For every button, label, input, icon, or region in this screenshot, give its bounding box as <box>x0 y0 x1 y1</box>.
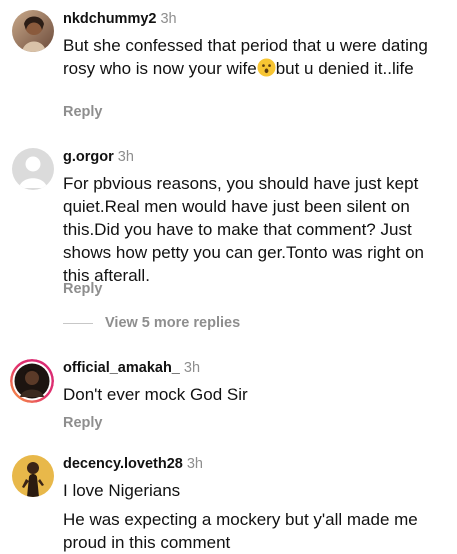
comment-time: 3h <box>183 360 201 376</box>
default-avatar-icon[interactable] <box>12 148 54 190</box>
view-more-replies-button[interactable]: View 5 more replies <box>63 313 240 333</box>
comment-username[interactable]: nkdchummy2 <box>63 11 156 27</box>
comment-text: But she confessed that period that u wer… <box>63 36 428 78</box>
comment-username[interactable]: g.orgor <box>63 149 114 165</box>
view-more-replies-label: View 5 more replies <box>105 315 241 331</box>
comment-text: For pbvious reasons, you should have jus… <box>63 174 424 285</box>
comment-text: Don't ever mock God Sir <box>63 385 248 404</box>
comment-text-continued: He was expecting a mockery but y'all mad… <box>63 510 418 552</box>
comment-time: 3h <box>186 456 203 472</box>
reply-button[interactable]: Reply <box>63 415 103 431</box>
astonished-face-icon <box>257 58 276 77</box>
comment-time: 3h <box>160 11 177 27</box>
reply-button[interactable]: Reply <box>63 104 103 120</box>
reply-button[interactable]: Reply <box>63 281 103 297</box>
comment-username[interactable]: decency.loveth28 <box>63 456 183 472</box>
divider-line <box>63 322 93 324</box>
comment-username[interactable]: official_amakah_ <box>63 360 180 376</box>
avatar[interactable] <box>12 455 54 497</box>
avatar[interactable] <box>12 10 54 52</box>
avatar[interactable] <box>10 359 54 403</box>
comment-text: I love Nigerians <box>63 481 181 500</box>
comment-time: 3h <box>117 149 134 165</box>
